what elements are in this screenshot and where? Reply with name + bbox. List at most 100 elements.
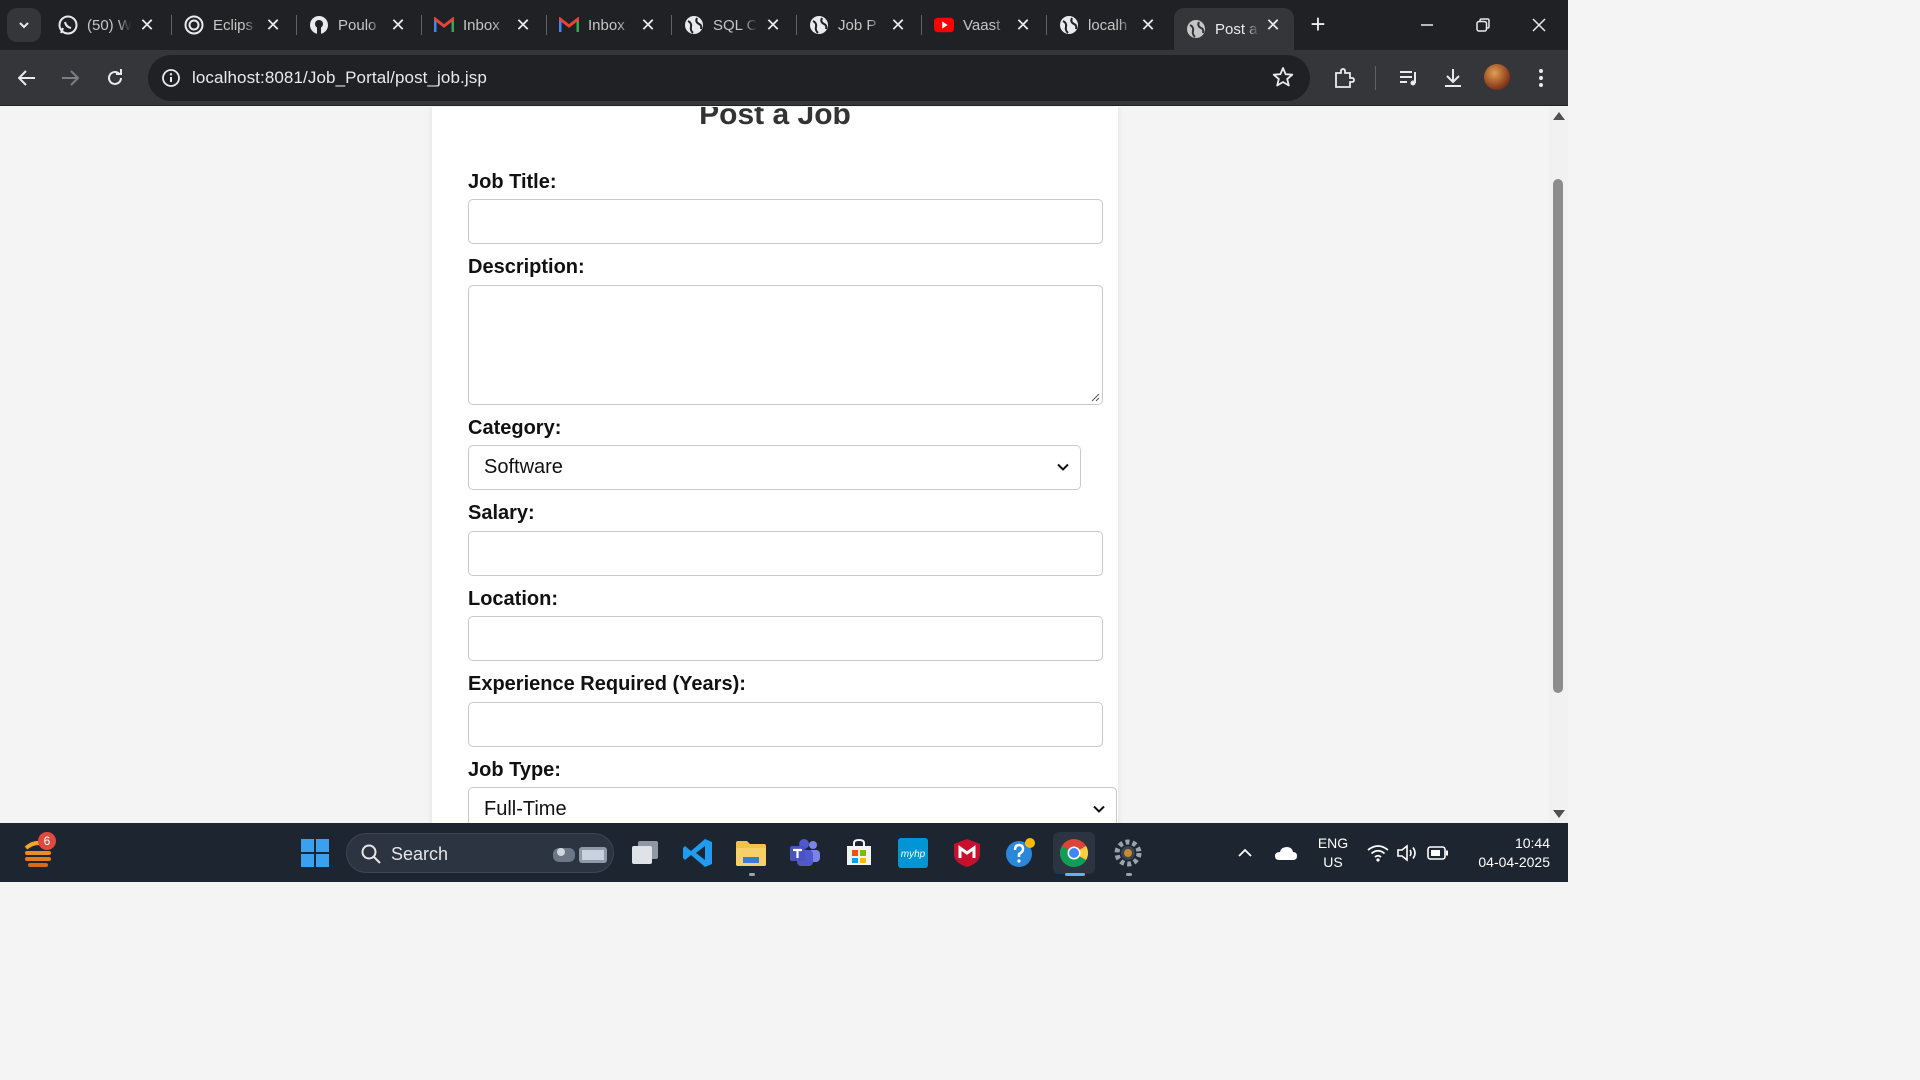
get-help-app[interactable]	[1000, 832, 1042, 874]
input-region[interactable]: US	[1312, 854, 1354, 870]
input-language[interactable]: ENG	[1312, 835, 1354, 851]
wifi-button[interactable]	[1362, 832, 1394, 874]
taskbar-search-box[interactable]: Search	[346, 833, 614, 873]
onedrive-button[interactable]	[1266, 832, 1306, 874]
browser-tab[interactable]: SQL C ✕	[672, 8, 796, 42]
tab-search-button[interactable]	[7, 8, 41, 42]
tab-title: (50) W	[87, 16, 131, 34]
settings-app[interactable]	[1107, 832, 1149, 874]
browser-tab-active[interactable]: Post a ✕	[1174, 8, 1294, 50]
playlist-icon	[1400, 71, 1416, 86]
battery-button[interactable]	[1422, 832, 1454, 874]
globe-icon	[684, 15, 704, 35]
new-tab-button[interactable]: +	[1305, 11, 1331, 38]
close-icon[interactable]: ✕	[1264, 16, 1282, 34]
job-type-select[interactable]: Full-Time	[468, 787, 1117, 823]
job-title-input[interactable]	[468, 199, 1103, 244]
chrome-icon	[1059, 839, 1088, 868]
clock-date[interactable]: 04-04-2025	[1458, 854, 1550, 870]
browser-tab[interactable]: Job P ✕	[797, 8, 921, 42]
chevron-down-icon	[1093, 805, 1105, 813]
close-icon[interactable]: ✕	[889, 16, 907, 34]
browser-tab[interactable]: Poulo ✕	[297, 8, 421, 42]
file-explorer-app[interactable]	[730, 832, 772, 874]
close-icon[interactable]: ✕	[639, 16, 657, 34]
job-title-label: Job Title:	[468, 171, 557, 193]
description-label: Description:	[468, 256, 585, 278]
tab-title: Poulo	[338, 16, 377, 34]
github-icon	[309, 15, 329, 35]
mcafee-app[interactable]	[946, 832, 988, 874]
close-window-button[interactable]	[1511, 0, 1567, 50]
volume-button[interactable]	[1392, 832, 1424, 874]
browser-tab[interactable]: Inbox ✕	[547, 8, 671, 42]
close-icon[interactable]: ✕	[389, 16, 407, 34]
arrow-right-icon	[62, 70, 79, 86]
browser-menu-button[interactable]	[1527, 64, 1555, 92]
chevron-up-icon	[1238, 848, 1252, 857]
search-highlight-icon	[553, 847, 607, 863]
location-input[interactable]	[468, 616, 1103, 661]
close-icon[interactable]: ✕	[1139, 16, 1157, 34]
browser-tab[interactable]: Inbox ✕	[422, 8, 546, 42]
chevron-down-icon	[19, 22, 29, 29]
experience-input[interactable]	[468, 702, 1103, 747]
salary-input[interactable]	[468, 531, 1103, 576]
reload-button[interactable]	[99, 62, 131, 94]
address-bar[interactable]: localhost:8081/Job_Portal/post_job.jsp	[148, 55, 1310, 101]
chevron-down-icon	[1057, 463, 1069, 471]
close-icon[interactable]: ✕	[138, 16, 156, 34]
myhp-app[interactable]: myhp	[892, 832, 934, 874]
post-job-form: Post a Job Job Title: Description: Categ…	[432, 107, 1118, 823]
scroll-down-arrow[interactable]	[1553, 810, 1565, 818]
microsoft-store-app[interactable]	[838, 832, 880, 874]
resize-grip-icon[interactable]	[1091, 393, 1100, 402]
scroll-thumb[interactable]	[1553, 179, 1563, 693]
start-button[interactable]	[294, 832, 336, 874]
close-icon[interactable]: ✕	[1014, 16, 1032, 34]
active-app-indicator	[1065, 873, 1085, 876]
tab-title: Post a	[1215, 20, 1258, 38]
task-view-button[interactable]	[624, 832, 666, 874]
experience-label: Experience Required (Years):	[468, 673, 746, 695]
teams-app[interactable]	[784, 832, 826, 874]
media-controls-button[interactable]	[1395, 64, 1423, 92]
browser-tab[interactable]: Eclips ✕	[172, 8, 296, 42]
teams-icon	[790, 839, 820, 866]
job-type-label: Job Type:	[468, 759, 561, 781]
chrome-app[interactable]	[1053, 832, 1095, 874]
browser-tab[interactable]: Vaast ✕	[922, 8, 1046, 42]
site-info-icon[interactable]	[160, 67, 182, 89]
close-icon[interactable]: ✕	[514, 16, 532, 34]
back-button[interactable]	[11, 62, 43, 94]
description-textarea[interactable]	[468, 285, 1103, 405]
browser-tab[interactable]: localh ✕	[1047, 8, 1171, 42]
profile-avatar[interactable]	[1484, 64, 1510, 90]
reload-icon	[108, 69, 122, 85]
tab-title: Vaast	[963, 16, 1001, 34]
restore-button[interactable]	[1455, 0, 1511, 50]
clock-time[interactable]: 10:44	[1470, 835, 1550, 851]
vscode-icon	[683, 839, 712, 867]
close-icon[interactable]: ✕	[264, 16, 282, 34]
globe-icon	[809, 15, 829, 35]
downloads-button[interactable]	[1439, 64, 1467, 92]
scroll-up-arrow[interactable]	[1553, 112, 1565, 120]
show-hidden-icons-button[interactable]	[1225, 832, 1265, 874]
speaker-icon	[1397, 844, 1416, 862]
browser-tab[interactable]: (50) W ✕	[46, 8, 170, 42]
vscode-app[interactable]	[677, 832, 719, 874]
category-label: Category:	[468, 417, 562, 439]
tab-title: Job P	[838, 16, 877, 34]
bookmark-star-icon[interactable]	[1272, 66, 1294, 93]
minimize-button[interactable]	[1399, 0, 1455, 50]
url-text[interactable]: localhost:8081/Job_Portal/post_job.jsp	[192, 68, 487, 88]
kebab-menu-icon	[1539, 69, 1543, 87]
category-select[interactable]: Software	[468, 445, 1081, 490]
extensions-button[interactable]	[1330, 64, 1358, 92]
forward-button[interactable]	[54, 62, 86, 94]
page-scrollbar[interactable]	[1549, 107, 1568, 823]
close-icon[interactable]: ✕	[764, 16, 782, 34]
help-icon	[1006, 838, 1035, 867]
tab-title: Eclips	[213, 16, 254, 34]
